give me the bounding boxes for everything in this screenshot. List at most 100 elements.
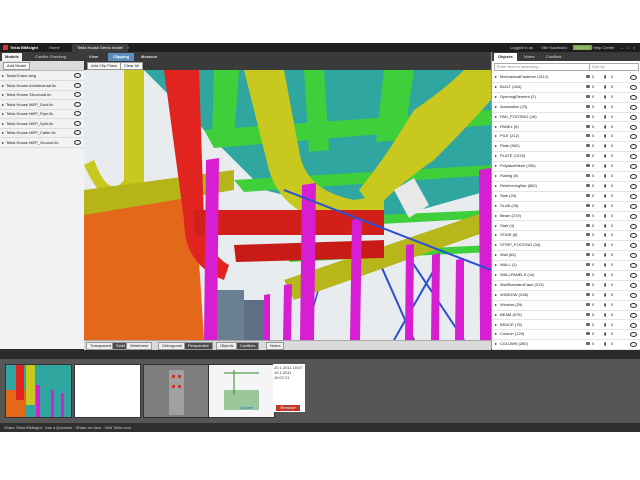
visibility-eye-icon[interactable] bbox=[74, 120, 81, 126]
tab-objects[interactable]: Objects bbox=[494, 53, 517, 61]
transparency-icon[interactable]: ▮ bbox=[604, 280, 606, 290]
transparency-icon[interactable]: ▮ bbox=[604, 221, 606, 231]
model-list-item[interactable]: ▸ Tekla House MEP_Cable.ifc bbox=[0, 128, 84, 138]
update-link[interactable]: Update bbox=[240, 405, 253, 410]
expand-icon[interactable]: ▸ bbox=[2, 128, 4, 137]
color-swatch-icon[interactable] bbox=[586, 174, 590, 177]
model-list-item[interactable]: ▸ Tekla House MEP_Ground.ifc bbox=[0, 138, 84, 148]
expand-icon[interactable]: ▸ bbox=[495, 191, 497, 201]
visibility-eye-icon[interactable] bbox=[630, 94, 637, 100]
visibility-eye-icon[interactable] bbox=[630, 243, 637, 249]
snapshot-thumbnail-2[interactable] bbox=[74, 364, 141, 418]
expand-icon[interactable]: ▸ bbox=[495, 280, 497, 290]
visibility-eye-icon[interactable] bbox=[630, 292, 637, 298]
transparency-icon[interactable]: ▮ bbox=[604, 240, 606, 250]
color-swatch-icon[interactable] bbox=[586, 124, 590, 128]
expand-icon[interactable]: ▸ bbox=[495, 211, 497, 221]
color-swatch-icon[interactable] bbox=[586, 322, 590, 326]
expand-icon[interactable]: ▸ bbox=[495, 310, 497, 320]
transparency-icon[interactable]: ▮ bbox=[604, 250, 606, 260]
expand-icon[interactable]: ▸ bbox=[495, 141, 497, 151]
transparency-icon[interactable]: ▮ bbox=[604, 339, 606, 349]
transparency-icon[interactable]: ▮ bbox=[604, 171, 606, 181]
expand-icon[interactable]: ▸ bbox=[495, 131, 497, 141]
user-name[interactable]: Ville Kaartokivi bbox=[541, 45, 567, 50]
visibility-eye-icon[interactable] bbox=[630, 144, 637, 150]
snapshot-thumbnail-3[interactable] bbox=[143, 364, 210, 418]
color-swatch-icon[interactable] bbox=[586, 223, 590, 227]
transparency-icon[interactable]: ▮ bbox=[604, 329, 606, 339]
visibility-eye-icon[interactable] bbox=[630, 312, 637, 318]
model-list-item[interactable]: ▸ Tekla House Architectural.ifc bbox=[0, 81, 84, 91]
visibility-eye-icon[interactable] bbox=[630, 263, 637, 269]
visibility-eye-icon[interactable] bbox=[630, 75, 637, 80]
add-clip-plane-button[interactable]: Add Clip Plane bbox=[87, 62, 122, 70]
expand-icon[interactable]: ▸ bbox=[495, 72, 497, 82]
color-swatch-icon[interactable] bbox=[586, 282, 590, 286]
visibility-eye-icon[interactable] bbox=[74, 101, 81, 107]
orthogonal-button[interactable]: Orthogonal bbox=[158, 342, 186, 350]
notes-button[interactable]: Notes bbox=[266, 342, 285, 350]
visibility-eye-icon[interactable] bbox=[74, 82, 81, 88]
transparency-icon[interactable]: ▮ bbox=[604, 181, 606, 191]
tab-view[interactable]: View bbox=[84, 53, 103, 61]
visibility-eye-icon[interactable] bbox=[74, 111, 81, 116]
expand-icon[interactable]: ▸ bbox=[495, 201, 497, 211]
visibility-eye-icon[interactable] bbox=[630, 223, 637, 229]
transparency-icon[interactable]: ▮ bbox=[604, 112, 606, 122]
expand-icon[interactable]: ▸ bbox=[495, 230, 497, 240]
conflicts-button[interactable]: Conflicts bbox=[236, 342, 260, 350]
color-swatch-icon[interactable] bbox=[586, 292, 590, 296]
expand-icon[interactable]: ▸ bbox=[495, 161, 497, 171]
tab-models[interactable]: Models bbox=[2, 53, 22, 61]
expand-icon[interactable]: ▸ bbox=[495, 329, 497, 339]
visibility-eye-icon[interactable] bbox=[630, 114, 637, 120]
add-model-button[interactable]: Add Model bbox=[3, 62, 31, 70]
visibility-eye-icon[interactable] bbox=[630, 332, 637, 338]
color-swatch-icon[interactable] bbox=[586, 84, 590, 88]
snapshot-thumbnail-1[interactable] bbox=[5, 364, 72, 418]
transparency-icon[interactable]: ▮ bbox=[604, 260, 606, 270]
visibility-eye-icon[interactable] bbox=[74, 130, 81, 135]
expand-icon[interactable]: ▸ bbox=[495, 181, 497, 191]
expand-icon[interactable]: ▸ bbox=[495, 270, 497, 280]
expand-icon[interactable]: ▸ bbox=[495, 171, 497, 181]
transparency-icon[interactable]: ▮ bbox=[604, 290, 606, 300]
wireframe-button[interactable]: Wireframe bbox=[126, 342, 153, 350]
visibility-eye-icon[interactable] bbox=[630, 104, 637, 110]
transparency-icon[interactable]: ▮ bbox=[604, 310, 606, 320]
transparency-icon[interactable]: ▮ bbox=[604, 92, 606, 102]
transparency-icon[interactable]: ▮ bbox=[604, 320, 606, 330]
visibility-eye-icon[interactable] bbox=[630, 124, 637, 130]
minimize-icon[interactable]: – bbox=[621, 45, 623, 50]
perspective-button[interactable]: Perspective bbox=[184, 342, 213, 350]
visibility-eye-icon[interactable] bbox=[630, 253, 637, 259]
3d-viewport[interactable] bbox=[84, 70, 491, 340]
visibility-eye-icon[interactable] bbox=[630, 183, 637, 189]
expand-icon[interactable]: ▸ bbox=[495, 290, 497, 300]
transparency-icon[interactable]: ▮ bbox=[604, 131, 606, 141]
model-list-item[interactable]: ▸ Tekla House MEP_Pipe.ifc bbox=[0, 109, 84, 119]
visibility-eye-icon[interactable] bbox=[630, 134, 637, 140]
color-swatch-icon[interactable] bbox=[586, 154, 590, 158]
visibility-eye-icon[interactable] bbox=[74, 92, 81, 97]
visibility-eye-icon[interactable] bbox=[630, 282, 637, 288]
color-swatch-icon[interactable] bbox=[586, 263, 590, 267]
transparency-icon[interactable]: ▮ bbox=[604, 270, 606, 280]
visibility-eye-icon[interactable] bbox=[630, 322, 637, 328]
transparency-icon[interactable]: ▮ bbox=[604, 122, 606, 132]
status-links[interactable]: Share Tekla BIMsight · Ask a Question · … bbox=[4, 423, 131, 432]
visibility-eye-icon[interactable] bbox=[630, 213, 637, 219]
expand-icon[interactable]: ▸ bbox=[2, 90, 4, 99]
clear-all-button[interactable]: Clear All bbox=[120, 62, 143, 70]
expand-icon[interactable]: ▸ bbox=[495, 300, 497, 310]
visibility-eye-icon[interactable] bbox=[630, 203, 637, 209]
transparency-icon[interactable]: ▮ bbox=[604, 230, 606, 240]
help-center-link[interactable]: Help Center bbox=[593, 45, 614, 50]
expand-icon[interactable]: ▸ bbox=[495, 82, 497, 92]
transparency-icon[interactable]: ▮ bbox=[604, 141, 606, 151]
color-swatch-icon[interactable] bbox=[586, 233, 590, 237]
color-swatch-icon[interactable] bbox=[586, 75, 590, 78]
expand-icon[interactable]: ▸ bbox=[495, 122, 497, 132]
color-swatch-icon[interactable] bbox=[586, 134, 590, 138]
